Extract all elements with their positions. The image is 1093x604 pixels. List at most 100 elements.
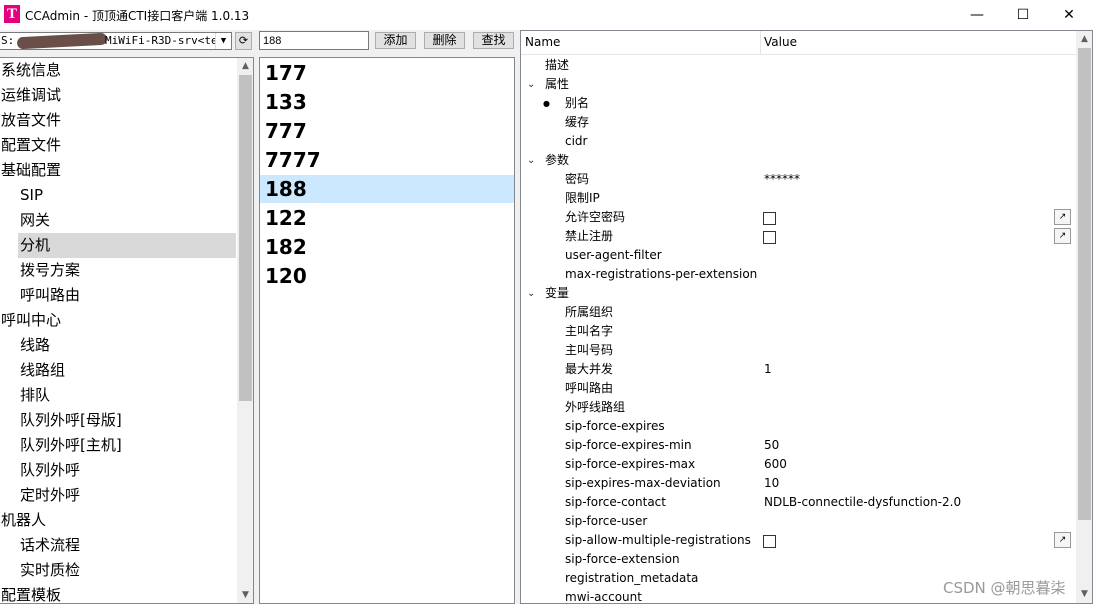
property-checkbox[interactable] xyxy=(763,212,776,225)
nav-item[interactable]: 网关 xyxy=(18,208,236,233)
edit-icon[interactable]: ↗ xyxy=(1054,532,1071,548)
scroll-down-icon[interactable]: ▼ xyxy=(1076,586,1092,603)
nav-item[interactable]: 定时外呼 xyxy=(18,483,236,508)
edit-icon[interactable]: ↗ xyxy=(1054,228,1071,244)
property-row[interactable]: user-agent-filter xyxy=(521,246,1076,265)
scroll-up-icon[interactable]: ▲ xyxy=(237,58,253,75)
property-row[interactable]: 呼叫路由 xyxy=(521,379,1076,398)
nav-item[interactable]: 线路 xyxy=(18,333,236,358)
nav-item[interactable]: 队列外呼 xyxy=(18,458,236,483)
nav-item[interactable]: 队列外呼[主机] xyxy=(18,433,236,458)
extension-item[interactable]: 177 xyxy=(260,59,514,87)
extension-item[interactable]: 182 xyxy=(260,233,514,261)
extension-item[interactable]: 777 xyxy=(260,117,514,145)
property-row[interactable]: ⌄ 变量 xyxy=(521,284,1076,303)
scroll-down-icon[interactable]: ▼ xyxy=(237,587,253,603)
nav-item[interactable]: 排队 xyxy=(18,383,236,408)
nav-item[interactable]: 配置文件 xyxy=(0,133,236,158)
property-row[interactable]: sip-force-extension xyxy=(521,550,1076,569)
property-row[interactable]: sip-allow-multiple-registrations ↗ xyxy=(521,531,1076,550)
scroll-up-icon[interactable]: ▲ xyxy=(1076,31,1092,48)
scroll-thumb[interactable] xyxy=(1078,48,1091,520)
nav-item[interactable]: 队列外呼[母版] xyxy=(18,408,236,433)
property-row[interactable]: 所属组织 xyxy=(521,303,1076,322)
property-row[interactable]: sip-force-expires xyxy=(521,417,1076,436)
nav-item[interactable]: 放音文件 xyxy=(0,108,236,133)
property-row[interactable]: sip-expires-max-deviation 10 xyxy=(521,474,1076,493)
extension-item[interactable]: 188 xyxy=(260,175,514,203)
property-row[interactable]: ● 别名 xyxy=(521,94,1076,113)
delete-button[interactable]: 删除 xyxy=(424,32,465,49)
property-value[interactable]: NDLB-connectile-dysfunction-2.0 xyxy=(764,493,961,512)
property-name: sip-force-expires xyxy=(565,419,665,433)
nav-item[interactable]: 线路组 xyxy=(18,358,236,383)
add-button[interactable]: 添加 xyxy=(375,32,416,49)
property-row[interactable]: cidr xyxy=(521,132,1076,151)
nav-scrollbar[interactable]: ▲ ▼ xyxy=(237,58,253,603)
chevron-down-icon[interactable]: ⌄ xyxy=(527,151,535,170)
property-row[interactable]: 最大并发 1 xyxy=(521,360,1076,379)
nav-item[interactable]: 呼叫中心 xyxy=(0,308,236,333)
property-row[interactable]: 限制IP xyxy=(521,189,1076,208)
scroll-thumb[interactable] xyxy=(239,75,252,401)
chevron-down-icon[interactable]: ⌄ xyxy=(527,284,535,303)
property-name: 属性 xyxy=(545,77,570,91)
property-row[interactable]: 描述 xyxy=(521,56,1076,75)
property-checkbox[interactable] xyxy=(763,535,776,548)
value-column-header[interactable]: Value xyxy=(764,35,797,49)
property-row[interactable]: sip-force-contact NDLB-connectile-dysfunc… xyxy=(521,493,1076,512)
name-column-header[interactable]: Name xyxy=(525,35,560,49)
property-checkbox[interactable] xyxy=(763,231,776,244)
column-divider[interactable] xyxy=(760,31,761,55)
extension-item[interactable]: 122 xyxy=(260,204,514,232)
find-button[interactable]: 查找 xyxy=(473,32,514,49)
property-value[interactable]: 1 xyxy=(764,360,772,379)
close-button[interactable]: ✕ xyxy=(1046,0,1092,30)
property-row[interactable]: sip-force-expires-max 600 xyxy=(521,455,1076,474)
server-select[interactable]: S: MiWiFi-R3D-srv<tes ▼ xyxy=(0,32,232,50)
nav-item[interactable]: 配置模板 xyxy=(0,583,236,603)
nav-item[interactable]: 运维调试 xyxy=(0,83,236,108)
property-row[interactable]: ⌄ 参数 xyxy=(521,151,1076,170)
chevron-down-icon[interactable]: ▼ xyxy=(215,33,231,49)
extension-item[interactable]: 7777 xyxy=(260,146,514,174)
property-row[interactable]: ⌄ 属性 xyxy=(521,75,1076,94)
extension-item[interactable]: 133 xyxy=(260,88,514,116)
property-row[interactable]: sip-force-user xyxy=(521,512,1076,531)
search-input[interactable] xyxy=(259,31,369,50)
property-row[interactable]: 主叫号码 xyxy=(521,341,1076,360)
nav-item[interactable]: 实时质检 xyxy=(18,558,236,583)
extension-list: 177 133 777 7777 188 122 182 120 xyxy=(259,57,515,604)
nav-item[interactable]: 机器人 xyxy=(0,508,236,533)
property-name: 别名 xyxy=(565,96,590,110)
nav-item[interactable]: SIP xyxy=(18,183,236,208)
chevron-down-icon[interactable]: ⌄ xyxy=(527,75,535,94)
property-row[interactable]: 外呼线路组 xyxy=(521,398,1076,417)
nav-item[interactable]: 分机 xyxy=(18,233,236,258)
property-value[interactable]: 10 xyxy=(764,474,779,493)
extension-item[interactable]: 120 xyxy=(260,262,514,290)
nav-item[interactable]: 拨号方案 xyxy=(18,258,236,283)
edit-icon[interactable]: ↗ xyxy=(1054,209,1071,225)
nav-item[interactable]: 系统信息 xyxy=(0,58,236,83)
property-name: 允许空密码 xyxy=(565,210,626,224)
nav-item[interactable]: 呼叫路由 xyxy=(18,283,236,308)
maximize-button[interactable]: ☐ xyxy=(1000,0,1046,30)
property-row[interactable]: 禁止注册 ↗ xyxy=(521,227,1076,246)
property-value[interactable]: 600 xyxy=(764,455,787,474)
property-scrollbar[interactable]: ▲ ▼ xyxy=(1076,31,1092,603)
property-grid: Name Value 描述 ⌄ 属性 ● 别名 缓存 cidr ⌄ 参数 密码 ****** 限制IP… xyxy=(520,30,1093,604)
property-value[interactable]: 50 xyxy=(764,436,779,455)
property-row[interactable]: 允许空密码 ↗ xyxy=(521,208,1076,227)
nav-item[interactable]: 话术流程 xyxy=(18,533,236,558)
nav-item[interactable]: 基础配置 xyxy=(0,158,236,183)
property-value[interactable]: ****** xyxy=(764,170,800,189)
property-row[interactable]: 密码 ****** xyxy=(521,170,1076,189)
property-row[interactable]: sip-force-expires-min 50 xyxy=(521,436,1076,455)
refresh-button[interactable]: ⟳ xyxy=(235,32,252,50)
property-row[interactable]: 主叫名字 xyxy=(521,322,1076,341)
property-name: 参数 xyxy=(545,153,570,167)
property-row[interactable]: 缓存 xyxy=(521,113,1076,132)
property-row[interactable]: max-registrations-per-extension xyxy=(521,265,1076,284)
minimize-button[interactable]: — xyxy=(954,0,1000,30)
